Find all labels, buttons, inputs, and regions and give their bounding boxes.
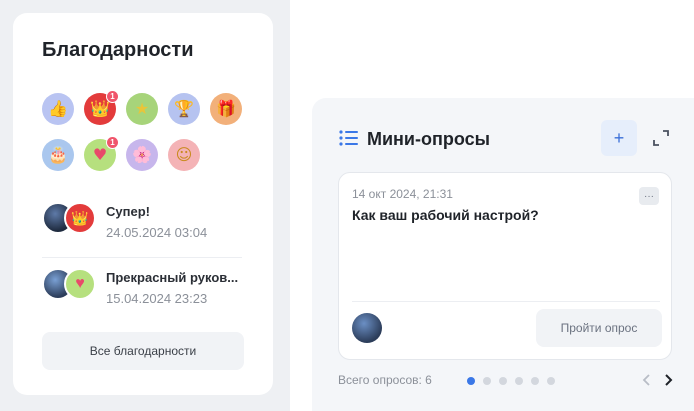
expand-icon[interactable]	[652, 129, 670, 147]
list-icon	[339, 130, 358, 146]
polls-title: Мини-опросы	[367, 129, 490, 149]
crown-icon[interactable]: 👑 1	[84, 90, 119, 125]
add-poll-button[interactable]: +	[601, 120, 637, 156]
pagination-dot[interactable]	[467, 377, 475, 385]
flower-icon[interactable]: 🌸	[126, 139, 158, 171]
pagination-dot[interactable]	[499, 377, 507, 385]
gift-icon[interactable]: 🎁	[210, 93, 242, 125]
poll-date: 14 окт 2024, 21:31	[352, 187, 453, 201]
badge-count: 1	[106, 90, 119, 103]
divider	[42, 257, 242, 258]
entry-name: Супер!	[106, 204, 150, 219]
entry-date: 15.04.2024 23:23	[106, 291, 208, 306]
crown-icon: 👑	[64, 202, 96, 234]
heart-icon: ♥	[64, 268, 96, 300]
thumbs-up-icon[interactable]: 👍	[42, 93, 74, 125]
thanks-card: Благодарности 👍 👑 1 ★ 🏆 🎁 🎂 ♥ 1 🌸 ☺ 👑 Су…	[13, 13, 273, 395]
cake-icon[interactable]: 🎂	[42, 139, 74, 171]
chevron-right-icon[interactable]	[661, 372, 675, 388]
thanks-title: Благодарности	[42, 39, 194, 61]
entry-date: 24.05.2024 03:04	[106, 225, 208, 240]
avatar-pair: ♥	[42, 268, 98, 300]
poll-card: 14 окт 2024, 21:31 Как ваш рабочий настр…	[338, 172, 672, 360]
entry-name: Прекрасный руков...	[106, 270, 239, 285]
pagination-dot[interactable]	[483, 377, 491, 385]
take-poll-button[interactable]: Пройти опрос	[536, 309, 662, 347]
poll-question: Как ваш рабочий настрой?	[352, 207, 539, 223]
heart-icon[interactable]: ♥ 1	[84, 136, 119, 171]
more-options-button[interactable]: ···	[639, 187, 659, 205]
smile-icon[interactable]: ☺	[168, 139, 200, 171]
right-top-strip	[290, 0, 694, 98]
pagination-dot[interactable]	[531, 377, 539, 385]
badge-count: 1	[106, 136, 119, 149]
divider	[352, 301, 660, 302]
pagination-dot[interactable]	[547, 377, 555, 385]
polls-total: Всего опросов: 6	[338, 373, 432, 387]
trophy-icon[interactable]: 🏆	[168, 93, 200, 125]
avatar-pair: 👑	[42, 202, 98, 234]
chevron-left-icon[interactable]	[640, 372, 654, 388]
pagination-dot[interactable]	[515, 377, 523, 385]
avatar	[352, 313, 382, 343]
star-icon[interactable]: ★	[126, 93, 158, 125]
all-thanks-button[interactable]: Все благодарности	[42, 332, 244, 370]
